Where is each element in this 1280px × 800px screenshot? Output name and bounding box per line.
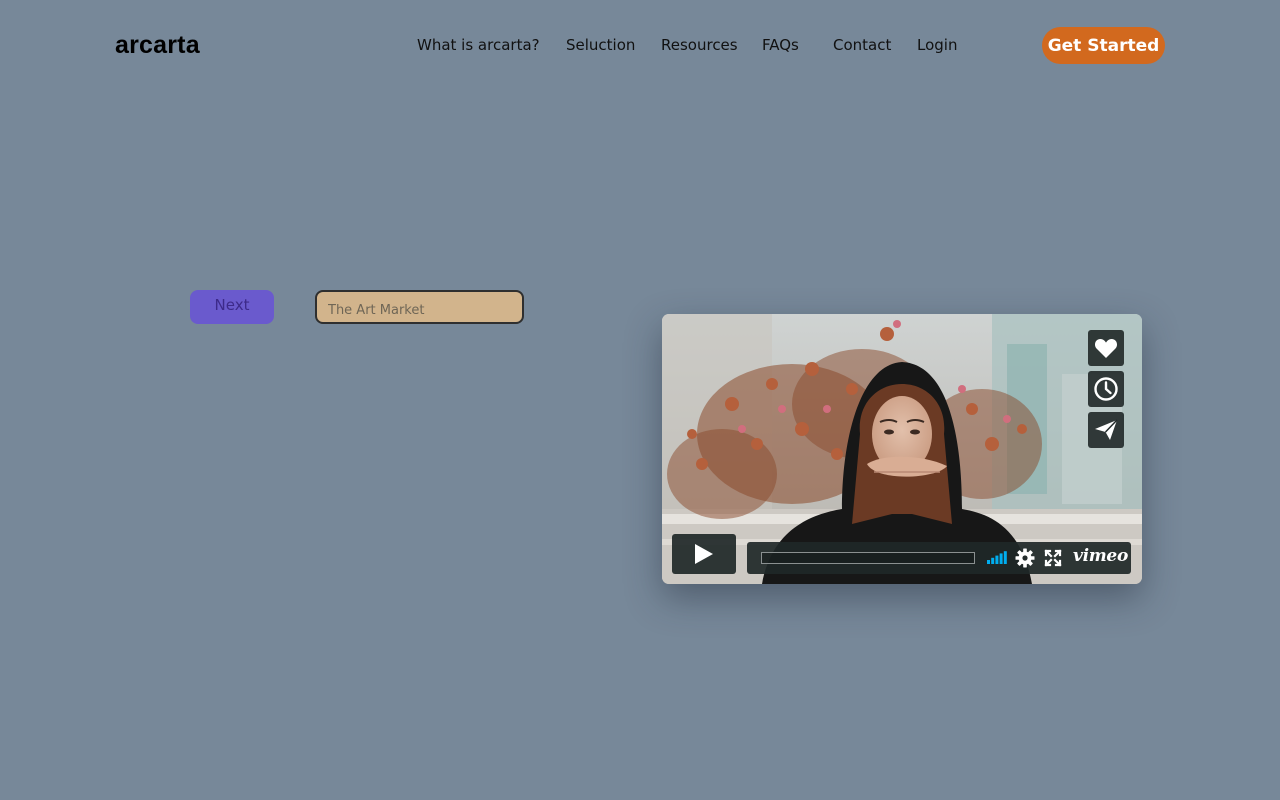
volume-icon[interactable] [987,551,1008,564]
volume-bar [987,560,990,564]
site-logo[interactable]: arcarta [115,31,200,60]
vimeo-logo[interactable]: vimeo [1073,546,1128,566]
progress-bar[interactable] [761,552,975,564]
share-button[interactable] [1088,412,1124,448]
nav-what-is-arcarta[interactable]: What is arcarta? [417,36,540,54]
clock-icon [1094,377,1118,401]
send-icon [1095,419,1118,440]
nav-faqs[interactable]: FAQs [762,36,799,54]
nav-seluction[interactable]: Seluction [566,36,635,54]
watch-later-button[interactable] [1088,371,1124,407]
volume-bar [991,557,995,564]
volume-bar [1003,551,1007,564]
settings-icon[interactable] [1015,548,1035,568]
heart-icon [1094,339,1118,358]
player-control-bar: vimeo [747,542,1131,574]
nav-resources[interactable]: Resources [661,36,738,54]
volume-bar [999,553,1003,564]
get-started-button[interactable]: Get Started [1042,27,1165,64]
volume-bar [995,555,999,564]
play-button[interactable] [672,534,736,574]
like-button[interactable] [1088,330,1124,366]
fullscreen-icon[interactable] [1044,549,1062,567]
nav-contact[interactable]: Contact [833,36,891,54]
next-button[interactable]: Next [190,290,274,324]
nav-login[interactable]: Login [917,36,957,54]
play-icon [695,544,713,564]
video-player[interactable]: vimeo [662,314,1142,584]
art-market-input[interactable] [315,290,524,324]
